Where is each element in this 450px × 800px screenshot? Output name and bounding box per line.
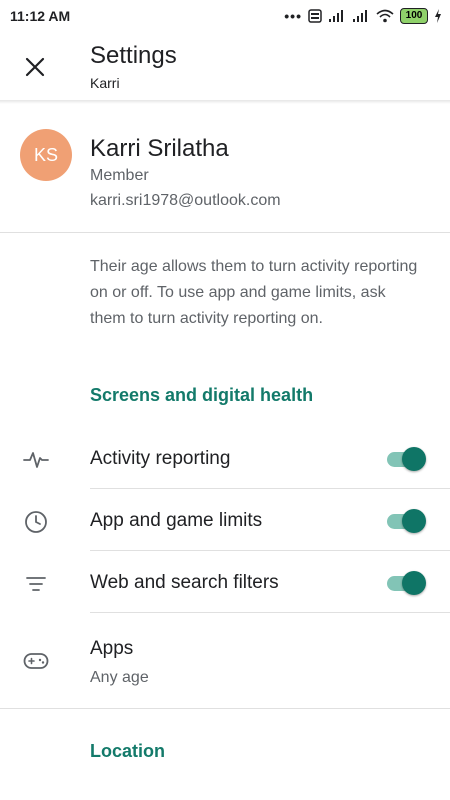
signal-icon-2 xyxy=(353,10,367,22)
filter-icon xyxy=(22,570,50,598)
row-app-game-limits[interactable]: App and game limits xyxy=(0,492,450,550)
profile-role: Member xyxy=(90,167,149,184)
profile-email: karri.sri1978@outlook.com xyxy=(90,192,281,209)
row-label-app-game-limits: App and game limits xyxy=(90,510,263,531)
row-divider xyxy=(90,550,450,551)
row-divider xyxy=(90,488,450,489)
page-title: Settings xyxy=(90,42,177,69)
activity-info-text: Their age allows them to turn activity r… xyxy=(90,258,418,327)
page-subtitle: Karri xyxy=(90,75,120,91)
row-label-activity-reporting: Activity reporting xyxy=(90,448,231,469)
profile-divider xyxy=(0,232,450,233)
toggle-app-game-limits[interactable] xyxy=(385,508,429,534)
row-label-apps: Apps xyxy=(90,638,134,659)
toggle-web-search-filters[interactable] xyxy=(385,570,429,596)
status-bar: 11:12 AM ••• 100 xyxy=(0,0,450,34)
signal-icon xyxy=(329,10,343,22)
section-divider xyxy=(0,708,450,709)
row-divider xyxy=(90,612,450,613)
close-button[interactable] xyxy=(18,50,52,84)
battery-icon: 100 xyxy=(400,8,428,24)
charging-icon xyxy=(435,9,441,23)
status-time: 11:12 AM xyxy=(10,8,71,24)
avatar: KS xyxy=(20,129,72,181)
wifi-icon xyxy=(376,9,394,23)
toggle-activity-reporting[interactable] xyxy=(385,446,429,472)
row-sublabel-apps: Any age xyxy=(90,669,149,686)
volte-icon xyxy=(308,9,322,23)
row-web-search-filters[interactable]: Web and search filters xyxy=(0,554,450,612)
row-label-web-search-filters: Web and search filters xyxy=(90,572,279,593)
status-icons: ••• 100 xyxy=(284,6,442,26)
profile-name: Karri Srilatha xyxy=(90,135,229,162)
row-activity-reporting[interactable]: Activity reporting xyxy=(0,430,450,488)
section-header-screens: Screens and digital health xyxy=(90,385,314,405)
gamepad-icon xyxy=(22,647,50,675)
close-icon xyxy=(25,57,45,77)
row-apps[interactable]: Apps Any age xyxy=(0,616,450,706)
more-dots-icon: ••• xyxy=(284,8,302,24)
activity-icon xyxy=(22,446,50,474)
clock-icon xyxy=(22,508,50,536)
header-divider xyxy=(0,100,450,104)
section-header-location: Location xyxy=(90,741,165,761)
